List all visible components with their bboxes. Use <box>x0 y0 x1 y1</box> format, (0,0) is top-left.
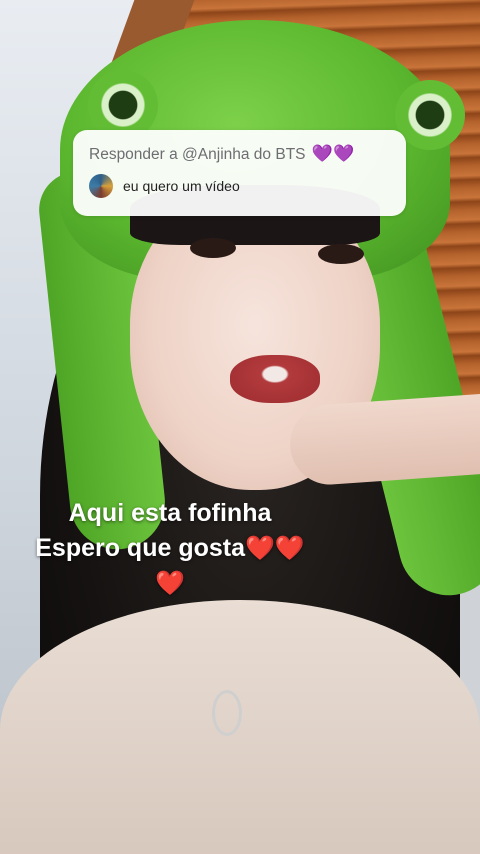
hand <box>287 392 480 488</box>
shoulders <box>0 600 480 854</box>
reply-comment-sticker[interactable]: Responder a @Anjinha do BTS 💜💜 eu quero … <box>73 130 406 216</box>
commenter-avatar <box>89 174 113 198</box>
heart-icons: ❤️❤️ <box>245 535 305 562</box>
heart-icon: ❤️ <box>155 570 185 597</box>
eye-right <box>318 244 364 264</box>
caption-line-2-text: Espero que gosta <box>35 534 245 562</box>
mouth <box>230 355 320 403</box>
caption-line-2: Espero que gosta❤️❤️ <box>0 531 340 566</box>
reply-comment-row: eu quero um vídeo <box>89 174 390 198</box>
eye-left <box>190 238 236 258</box>
reply-comment-text: eu quero um vídeo <box>123 178 240 194</box>
video-caption: Aqui esta fofinha Espero que gosta❤️❤️ ❤… <box>0 496 340 601</box>
caption-line-1: Aqui esta fofinha <box>68 499 272 527</box>
video-frame: Responder a @Anjinha do BTS 💜💜 eu quero … <box>0 0 480 854</box>
reply-title: Responder a @Anjinha do BTS 💜💜 <box>89 144 390 164</box>
reply-prefix: Responder a @Anjinha do BTS <box>89 146 306 163</box>
necklace <box>212 690 242 736</box>
purple-hearts-emoji: 💜💜 <box>311 144 355 163</box>
